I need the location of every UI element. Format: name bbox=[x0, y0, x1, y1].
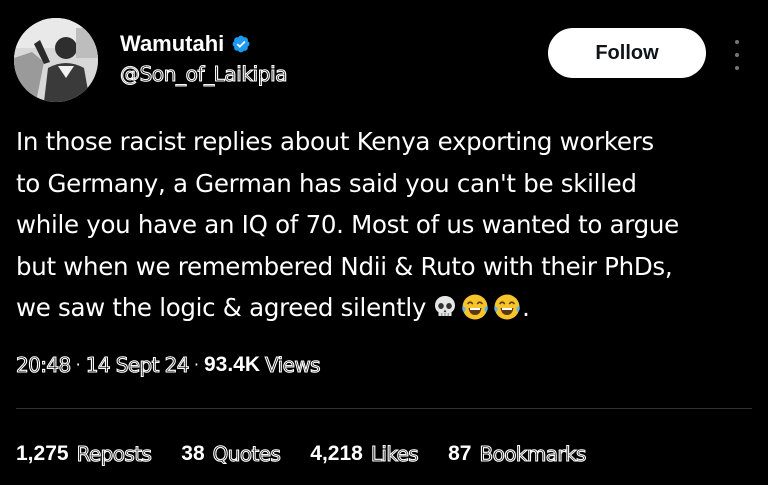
stat-quotes[interactable]: 38 Quotes bbox=[181, 441, 281, 467]
skull-icon bbox=[435, 296, 456, 316]
divider bbox=[16, 408, 752, 409]
more-options-icon[interactable] bbox=[731, 40, 743, 70]
tweet-text-line: In those racist replies about Kenya expo… bbox=[16, 127, 654, 156]
author-handle[interactable]: @Son_of_Laikipia bbox=[119, 61, 288, 86]
views-count: 93.4K bbox=[203, 353, 261, 376]
tweet-meta: 20:48 · 14 Sept 24 · 93.4K Views bbox=[15, 352, 321, 378]
author-display-name[interactable]: Wamutahi bbox=[120, 31, 224, 57]
tweet-text-line: while you have an IQ of 70. Most of us w… bbox=[16, 210, 679, 239]
tweet-trailing-text: . bbox=[522, 293, 530, 322]
engagement-stats: 1,275 Reposts 38 Quotes 4,218 Likes 87 B… bbox=[16, 441, 587, 467]
avatar-photo bbox=[14, 18, 98, 102]
stat-label: Quotes bbox=[212, 441, 281, 466]
tweet-date[interactable]: 14 Sept 24 bbox=[85, 352, 190, 378]
tweet-time[interactable]: 20:48 bbox=[15, 352, 71, 378]
follow-button[interactable]: Follow bbox=[548, 28, 706, 78]
stat-reposts[interactable]: 1,275 Reposts bbox=[16, 441, 152, 467]
stat-bookmarks[interactable]: 87 Bookmarks bbox=[448, 441, 587, 467]
face-with-tears-of-joy-icon bbox=[462, 294, 488, 320]
emoji-group bbox=[432, 292, 522, 322]
tweet-text-line: to Germany, a German has said you can't … bbox=[16, 168, 637, 198]
stat-count: 38 bbox=[181, 442, 205, 465]
face-with-tears-of-joy-icon bbox=[494, 294, 520, 320]
meta-separator: · bbox=[193, 355, 199, 374]
stat-label: Likes bbox=[370, 441, 419, 466]
stat-label: Reposts bbox=[76, 441, 152, 466]
tweet-text: In those racist replies about Kenya expo… bbox=[16, 121, 758, 329]
avatar[interactable] bbox=[14, 18, 98, 102]
tweet-text-line-content: we saw the logic & agreed silently bbox=[16, 293, 427, 322]
stat-count: 4,218 bbox=[310, 442, 363, 465]
meta-separator: · bbox=[75, 355, 81, 374]
tweet-text-line: but when we remembered Ndii & Ruto with … bbox=[16, 251, 673, 281]
verified-badge-icon bbox=[232, 35, 250, 53]
stat-likes[interactable]: 4,218 Likes bbox=[310, 441, 419, 467]
stat-count: 87 bbox=[448, 442, 472, 465]
stat-label: Bookmarks bbox=[479, 441, 587, 466]
views-label: Views bbox=[264, 352, 321, 377]
stat-count: 1,275 bbox=[16, 442, 69, 465]
author-name-row[interactable]: Wamutahi bbox=[120, 31, 251, 57]
tweet-card: Wamutahi @Son_of_Laikipia Follow In thos… bbox=[0, 0, 768, 485]
tweet-text-line: we saw the logic & agreed silently . bbox=[16, 287, 758, 329]
